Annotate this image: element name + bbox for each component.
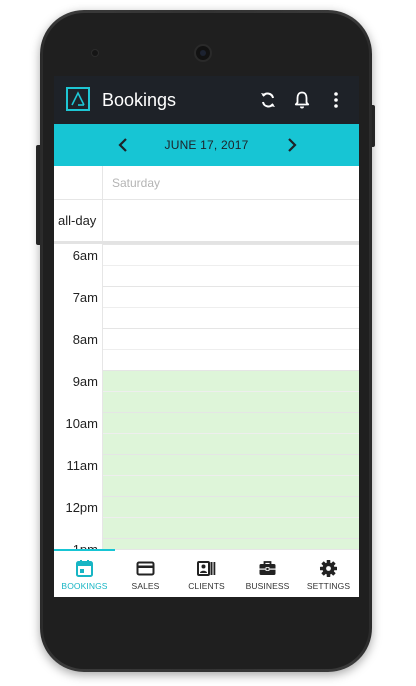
tab-label: BOOKINGS [61, 581, 108, 591]
tab-label: SETTINGS [306, 581, 351, 591]
hour-label: 9am [72, 374, 98, 389]
half-hour-gridline [103, 349, 359, 350]
tab-clients[interactable]: CLIENTS [176, 550, 237, 597]
hour-gridline [103, 454, 359, 455]
all-day-row[interactable]: all-day [54, 200, 359, 242]
sensor-dot [92, 50, 98, 56]
app-bar: Bookings [54, 76, 359, 124]
hour-gridline [103, 538, 359, 539]
app-screen: Bookings JUNE 17, 2017 Saturday all-day … [54, 76, 359, 597]
contact-card-icon [197, 561, 216, 576]
hour-gridline [103, 244, 359, 245]
half-hour-gridline [103, 307, 359, 308]
hour-label: 7am [72, 290, 98, 305]
date-navigator: JUNE 17, 2017 [54, 124, 359, 166]
hour-label: 10am [65, 416, 98, 431]
briefcase-icon [259, 561, 276, 575]
day-name: Saturday [112, 176, 161, 190]
hour-label: 8am [72, 332, 98, 347]
tab-sales[interactable]: SALES [115, 550, 176, 597]
bottom-tab-bar: BOOKINGS SALES CLIENTS BUSINESS SETTINGS [54, 549, 359, 597]
hour-gridline [103, 370, 359, 371]
available-hours-block[interactable] [103, 370, 359, 549]
current-date[interactable]: JUNE 17, 2017 [54, 138, 359, 152]
day-header: Saturday [54, 166, 359, 200]
calendar-icon [76, 560, 93, 577]
hour-gridline [103, 412, 359, 413]
half-hour-gridline [103, 391, 359, 392]
hour-label: 11am [66, 458, 98, 473]
page-title: Bookings [102, 90, 177, 110]
tab-label: BUSINESS [245, 581, 290, 591]
sync-icon[interactable] [258, 90, 278, 110]
tab-bookings[interactable]: BOOKINGS [54, 550, 115, 597]
chevron-right-icon[interactable] [285, 136, 299, 154]
credit-card-icon [136, 561, 155, 576]
half-hour-gridline [103, 433, 359, 434]
tab-business[interactable]: BUSINESS [237, 550, 298, 597]
bell-icon[interactable] [292, 90, 312, 110]
all-day-label: all-day [58, 213, 97, 228]
hour-gridline [103, 286, 359, 287]
tab-label: CLIENTS [188, 581, 225, 591]
time-grid[interactable]: 6am 7am 8am 9am 10am 11am 12pm 1pm [54, 244, 359, 549]
hour-gridline [103, 328, 359, 329]
hour-label: 6am [72, 248, 98, 263]
half-hour-gridline [103, 517, 359, 518]
hour-label: 12pm [65, 500, 98, 515]
tab-label: SALES [131, 581, 160, 591]
more-vert-icon[interactable] [326, 90, 346, 110]
hour-label: 1pm [54, 542, 98, 549]
front-camera [196, 46, 210, 60]
half-hour-gridline [103, 475, 359, 476]
half-hour-gridline [103, 265, 359, 266]
gear-icon [320, 560, 337, 577]
tab-settings[interactable]: SETTINGS [298, 550, 359, 597]
app-logo-icon [66, 87, 90, 111]
hour-gridline [103, 496, 359, 497]
